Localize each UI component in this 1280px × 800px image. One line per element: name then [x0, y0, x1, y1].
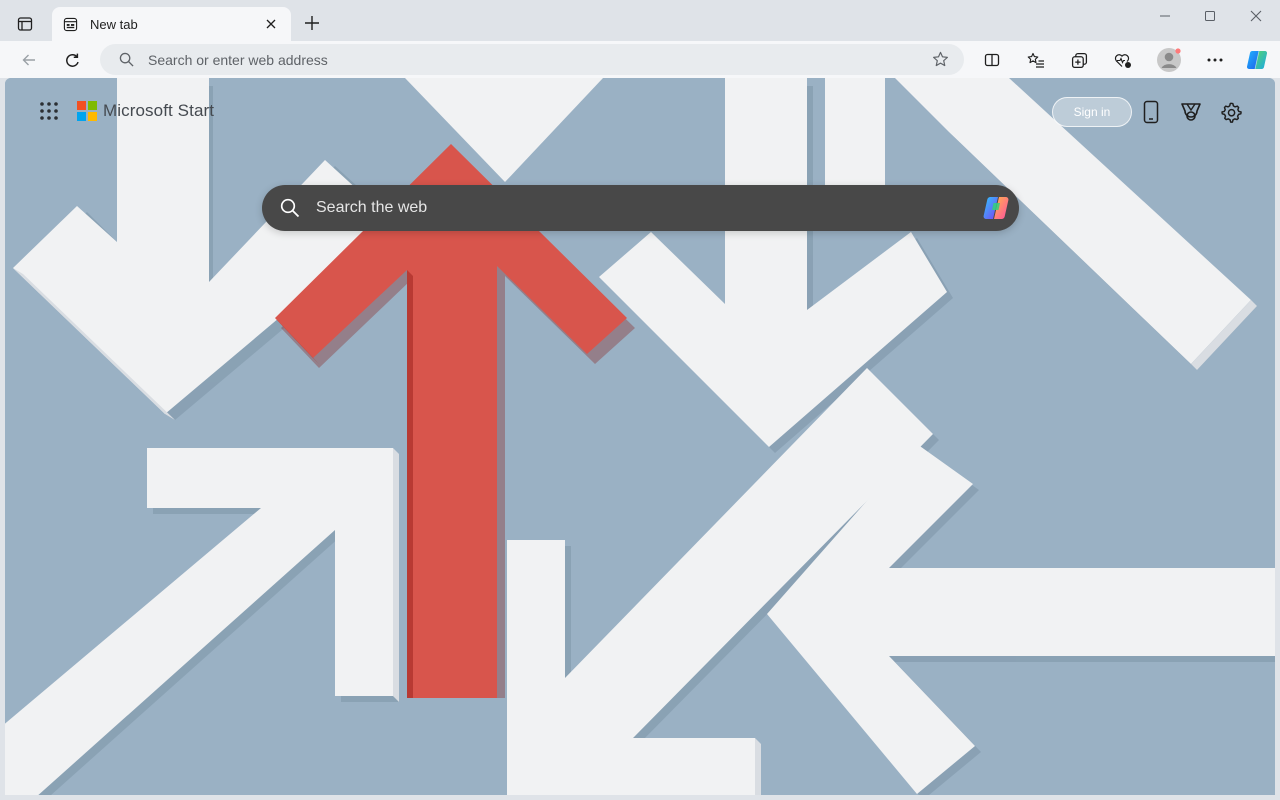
phone-icon — [1143, 100, 1159, 124]
tab-close-icon[interactable] — [261, 14, 281, 34]
sign-in-button[interactable]: Sign in — [1052, 97, 1132, 127]
copilot-sidebar-button[interactable] — [1241, 44, 1273, 76]
heart-pulse-icon — [1114, 53, 1131, 68]
collections-icon — [1071, 52, 1087, 68]
split-screen-button[interactable] — [976, 44, 1008, 76]
rewards-button[interactable] — [1176, 97, 1206, 127]
maximize-icon — [1205, 11, 1215, 21]
app-launcher-button[interactable] — [35, 97, 63, 125]
more-options-icon — [1207, 58, 1223, 62]
mobile-app-button[interactable] — [1136, 97, 1166, 127]
microsoft-logo-icon — [77, 101, 97, 121]
search-icon — [117, 51, 135, 69]
collections-button[interactable] — [1063, 44, 1095, 76]
new-tab-button[interactable] — [298, 9, 326, 37]
refresh-button[interactable] — [56, 44, 88, 76]
page-settings-button[interactable] — [1216, 97, 1246, 127]
favorite-star-icon[interactable] — [926, 46, 954, 74]
title-bar: New tab — [0, 0, 1280, 41]
ms-start-header: Microsoft Start — [35, 99, 214, 123]
close-window-button[interactable] — [1233, 0, 1279, 32]
copilot-search-button[interactable] — [979, 191, 1013, 225]
copilot-icon — [983, 197, 1009, 219]
tab-new-tab[interactable]: New tab — [52, 7, 291, 41]
browser-essentials-button[interactable] — [1107, 44, 1139, 76]
apps-grid-icon — [40, 102, 58, 120]
close-icon — [1250, 10, 1262, 22]
tab-actions-button[interactable] — [10, 10, 40, 38]
settings-more-button[interactable] — [1199, 44, 1231, 76]
minimize-icon — [1160, 15, 1170, 17]
minimize-button[interactable] — [1142, 0, 1188, 32]
gear-icon — [1221, 102, 1242, 123]
newtab-page-icon — [62, 16, 78, 32]
back-button[interactable] — [13, 44, 45, 76]
split-screen-icon — [984, 53, 1000, 67]
favorites-button[interactable] — [1020, 44, 1052, 76]
avatar — [1157, 48, 1181, 72]
favorites-list-icon — [1027, 52, 1044, 68]
web-search-box[interactable] — [262, 185, 1019, 231]
rewards-trophy-icon — [1181, 103, 1201, 121]
browser-toolbar — [0, 41, 1280, 78]
brand-name[interactable]: Microsoft Start — [103, 101, 214, 121]
web-search-input[interactable] — [316, 199, 979, 217]
back-arrow-icon — [22, 54, 35, 66]
plus-icon — [305, 16, 319, 30]
tab-title: New tab — [90, 16, 138, 32]
copilot-icon — [1246, 50, 1268, 70]
maximize-button[interactable] — [1187, 0, 1233, 32]
page-viewport: Microsoft Start Sign in — [5, 78, 1275, 795]
search-icon — [278, 196, 302, 220]
address-bar[interactable] — [100, 44, 964, 75]
tab-actions-icon — [17, 17, 33, 31]
address-input[interactable] — [148, 51, 926, 68]
refresh-icon — [65, 53, 79, 67]
profile-button[interactable] — [1153, 44, 1185, 76]
